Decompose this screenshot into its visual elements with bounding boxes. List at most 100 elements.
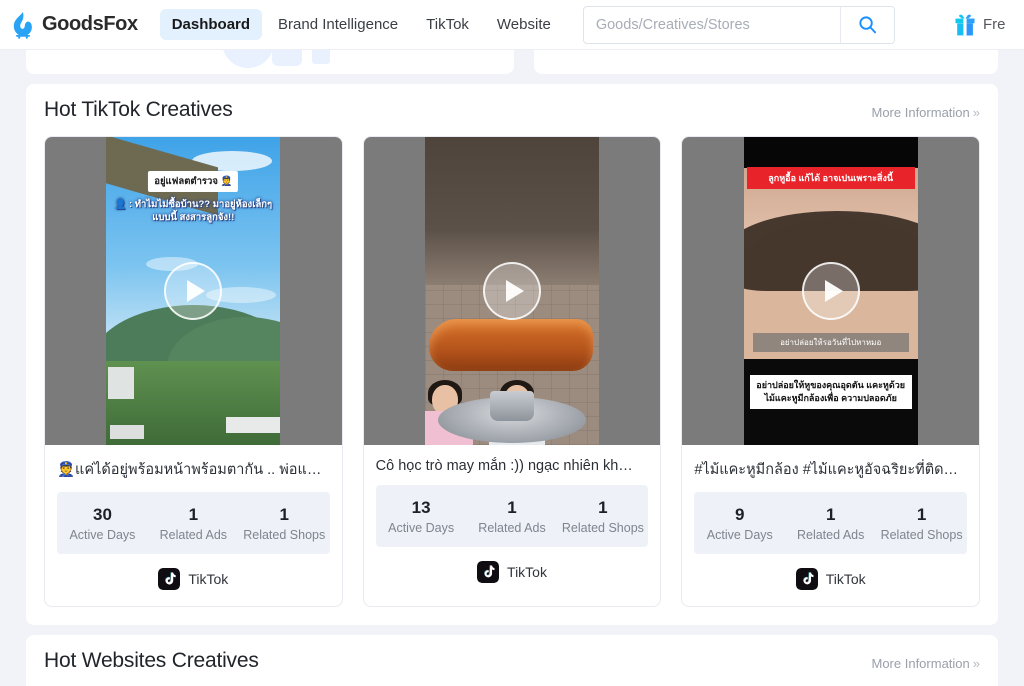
decorative-blob bbox=[312, 50, 330, 64]
play-icon[interactable] bbox=[801, 262, 860, 320]
creative-stats: 13 Active Days 1 Related Ads 1 Related S… bbox=[375, 485, 649, 547]
more-information-label: More Information bbox=[871, 105, 970, 120]
thumbnail-media bbox=[425, 137, 599, 445]
stat-active-days: 30 Active Days bbox=[57, 502, 148, 542]
free-label: Fre bbox=[983, 16, 1006, 33]
roast-pig-shape bbox=[429, 319, 593, 371]
peek-card bbox=[533, 50, 998, 74]
nav-item-website[interactable]: Website bbox=[485, 9, 563, 40]
platform-row: TikTok bbox=[45, 554, 342, 606]
section-title: Hot Websites Creatives bbox=[44, 648, 259, 672]
platform-name: TikTok bbox=[507, 563, 547, 580]
creative-thumbnail[interactable]: ลูกหูอื้อ แก้ได้ อาจเปนเพราะสิ่งนี้ อย่า… bbox=[682, 137, 980, 445]
creative-title: #ไม้แคะหูมีกล้อง #ไม้แคะหูอัจฉริยะที่ติด… bbox=[694, 462, 959, 478]
stat-label: Related Ads bbox=[478, 520, 546, 535]
stat-label: Related Shops bbox=[880, 527, 963, 542]
thumbnail-overlay-text: อย่าปล่อยให้หูของคุณอุดตัน แคะหูด้วยไม้แ… bbox=[749, 374, 912, 409]
stat-value: 9 bbox=[735, 505, 745, 524]
creative-stats: 9 Active Days 1 Related Ads 1 Related Sh… bbox=[694, 492, 968, 554]
stat-related-ads: 1 Related Ads bbox=[148, 502, 239, 542]
stat-value: 30 bbox=[92, 505, 112, 524]
stat-label: Active Days bbox=[706, 527, 773, 542]
stat-value: 1 bbox=[825, 505, 836, 524]
creative-title: 👮แค่ได้อยู่พร้อมหน้าพร้อมตากัน .. พ่อแ… bbox=[57, 462, 322, 478]
stat-value: 1 bbox=[598, 498, 608, 517]
search-icon bbox=[859, 16, 876, 34]
stat-related-shops: 1 Related Shops bbox=[557, 495, 648, 535]
play-icon[interactable] bbox=[483, 262, 541, 320]
play-icon[interactable] bbox=[164, 262, 223, 320]
chevron-double-right-icon: » bbox=[972, 655, 980, 671]
stat-value: 1 bbox=[507, 498, 517, 517]
more-information-label: More Information bbox=[871, 655, 970, 671]
building-shape bbox=[108, 367, 135, 399]
main-nav: Dashboard Brand Intelligence TikTok Webs… bbox=[159, 9, 563, 40]
previous-section-peek bbox=[0, 50, 1024, 74]
platform-row: TikTok bbox=[364, 547, 661, 599]
thumbnail-overlay-text: 👤 : ทำไมไม่ซื้อบ้าน?? มาอยู่ห้องเล็กๆแบบ… bbox=[114, 199, 273, 223]
creative-thumbnail[interactable]: อยู่แฟลตตำรวจ 👮 👤 : ทำไมไม่ซื้อบ้าน?? มา… bbox=[45, 137, 342, 445]
stat-label: Related Ads bbox=[796, 527, 865, 542]
search-box bbox=[582, 5, 895, 44]
search-input[interactable] bbox=[583, 6, 840, 43]
platform-row: TikTok bbox=[682, 554, 979, 606]
building-shape bbox=[226, 417, 281, 433]
stat-label: Related Ads bbox=[159, 527, 228, 542]
gift-icon[interactable] bbox=[954, 13, 976, 37]
thumbnail-overlay-badge: อยู่แฟลตตำรวจ 👮 bbox=[148, 171, 239, 192]
creative-card[interactable]: ลูกหูอื้อ แก้ได้ อาจเปนเพราะสิ่งนี้ อย่า… bbox=[681, 136, 981, 607]
creative-thumbnail[interactable] bbox=[363, 137, 661, 445]
nav-item-dashboard[interactable]: Dashboard bbox=[159, 9, 263, 40]
section-header: Hot Websites Creatives More Information … bbox=[44, 649, 980, 673]
stat-value: 13 bbox=[411, 498, 431, 517]
building-shape bbox=[110, 425, 145, 439]
stat-active-days: 9 Active Days bbox=[694, 502, 785, 542]
goodsfox-flame-logo-icon bbox=[13, 11, 32, 39]
thumbnail-media: ลูกหูอื้อ แก้ได้ อาจเปนเพราะสิ่งนี้ อย่า… bbox=[743, 137, 918, 445]
tiktok-icon bbox=[795, 567, 818, 590]
stat-related-ads: 1 Related Ads bbox=[785, 502, 876, 542]
stat-label: Active Days bbox=[69, 527, 136, 542]
more-information-link-tiktok[interactable]: More Information » bbox=[872, 105, 981, 122]
logo[interactable]: GoodsFox bbox=[10, 11, 138, 39]
page-body: Hot TikTok Creatives More Information » bbox=[0, 50, 1024, 686]
thumbnail-media: อยู่แฟลตตำรวจ 👮 👤 : ทำไมไม่ซื้อบ้าน?? มา… bbox=[106, 137, 281, 445]
creative-stats: 30 Active Days 1 Related Ads 1 Related S… bbox=[57, 492, 330, 554]
stat-related-ads: 1 Related Ads bbox=[467, 495, 558, 535]
tiktok-icon bbox=[477, 560, 500, 583]
platform-name: TikTok bbox=[188, 570, 229, 587]
chevron-double-right-icon: » bbox=[972, 105, 980, 120]
creative-title: Cô học trò may mắn :)) ngạc nhiên kh… bbox=[375, 458, 633, 474]
tiktok-icon bbox=[158, 567, 181, 590]
search-button[interactable] bbox=[839, 6, 894, 43]
stat-related-shops: 1 Related Shops bbox=[239, 502, 330, 542]
section-header: Hot TikTok Creatives More Information » bbox=[44, 98, 980, 122]
thumbnail-overlay-subtitle: อย่าปล่อยให้รอวันที่ไปหาหมอ bbox=[752, 333, 909, 352]
section-hot-tiktok-creatives: Hot TikTok Creatives More Information » bbox=[26, 84, 998, 625]
thumbnail-overlay-badge: ลูกหูอื้อ แก้ได้ อาจเปนเพราะสิ่งนี้ bbox=[746, 167, 915, 189]
stat-active-days: 13 Active Days bbox=[376, 495, 467, 535]
creative-card[interactable]: Cô học trò may mắn :)) ngạc nhiên kh… 13… bbox=[362, 136, 662, 607]
stat-label: Related Shops bbox=[561, 520, 644, 535]
section-title: Hot TikTok Creatives bbox=[44, 98, 233, 121]
platform-name: TikTok bbox=[825, 570, 866, 587]
nav-item-brand-intelligence[interactable]: Brand Intelligence bbox=[266, 9, 410, 40]
section-hot-websites-creatives: Hot Websites Creatives More Information … bbox=[26, 634, 998, 686]
stat-label: Related Shops bbox=[243, 527, 326, 542]
logo-text: GoodsFox bbox=[42, 13, 138, 35]
stat-label: Active Days bbox=[388, 520, 455, 535]
peek-card bbox=[26, 50, 514, 74]
stat-value: 1 bbox=[279, 505, 289, 524]
more-information-link-websites[interactable]: More Information » bbox=[872, 656, 981, 673]
stat-value: 1 bbox=[916, 505, 927, 524]
stat-value: 1 bbox=[188, 505, 199, 524]
stat-related-shops: 1 Related Shops bbox=[876, 502, 967, 542]
metal-pot-shape bbox=[490, 391, 534, 421]
decorative-blob bbox=[272, 50, 302, 66]
decorative-blob bbox=[222, 50, 274, 68]
app-header: GoodsFox Dashboard Brand Intelligence Ti… bbox=[0, 0, 1024, 50]
creative-card-grid: อยู่แฟลตตำรวจ 👮 👤 : ทำไมไม่ซื้อบ้าน?? มา… bbox=[44, 136, 981, 607]
nav-item-tiktok[interactable]: TikTok bbox=[414, 9, 481, 40]
header-right: Fre bbox=[954, 13, 1024, 37]
creative-card[interactable]: อยู่แฟลตตำรวจ 👮 👤 : ทำไมไม่ซื้อบ้าน?? มา… bbox=[44, 136, 343, 607]
